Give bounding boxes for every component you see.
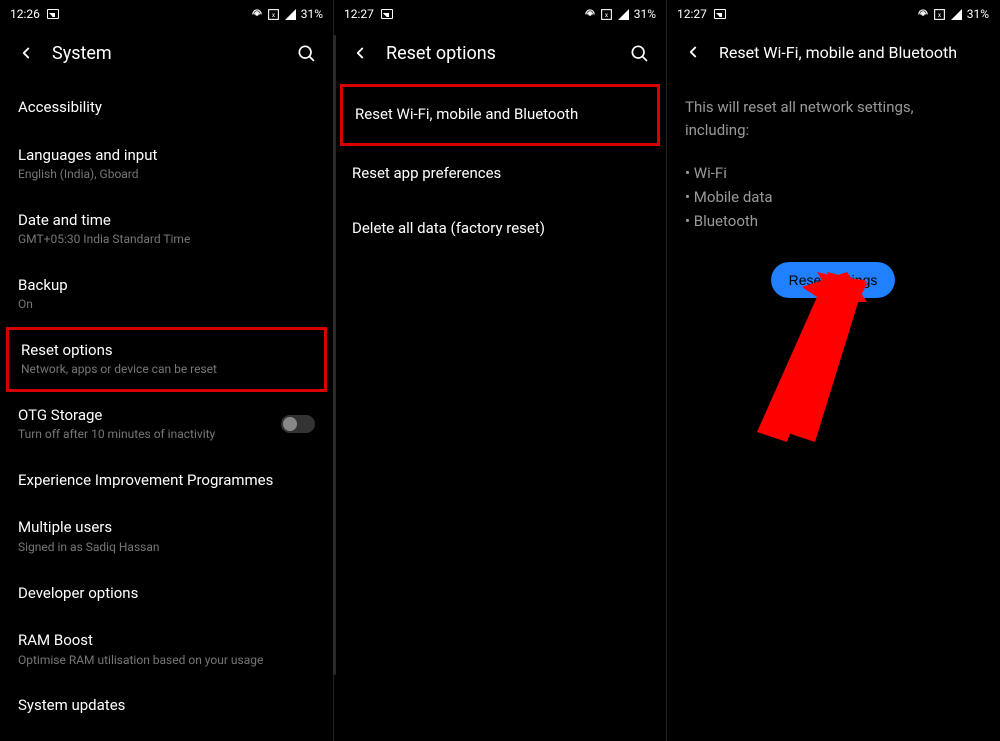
page-title: Reset options [386, 43, 612, 64]
picture-icon [713, 7, 727, 21]
otg-toggle[interactable] [281, 415, 315, 433]
item-sub: GMT+05:30 India Standard Time [18, 232, 315, 248]
data-icon: x [600, 7, 614, 21]
item-title: Backup [18, 276, 315, 296]
status-time: 12:26 [10, 7, 40, 21]
bullet-wifi: • Wi-Fi [685, 161, 981, 185]
signal-icon [950, 7, 964, 21]
back-icon[interactable] [683, 42, 703, 62]
item-developer-options[interactable]: Developer options [0, 570, 333, 618]
header: System [0, 28, 333, 84]
battery-percent: 31% [634, 7, 656, 21]
bullet-list: • Wi-Fi • Mobile data • Bluetooth [667, 155, 999, 233]
item-languages[interactable]: Languages and input English (India), Gbo… [0, 132, 333, 197]
header: Reset options [334, 28, 666, 84]
item-title: Date and time [18, 211, 315, 231]
item-title: Experience Improvement Programmes [18, 471, 315, 491]
status-bar: 12:27 x 31% [334, 0, 666, 28]
item-title: Reset app preferences [352, 164, 648, 184]
battery-percent: 31% [967, 7, 989, 21]
item-multiple-users[interactable]: Multiple users Signed in as Sadiq Hassan [0, 504, 333, 569]
battery-percent: 31% [301, 7, 323, 21]
signal-icon [284, 7, 298, 21]
item-title: Multiple users [18, 518, 315, 538]
panel-reset-options: 12:27 x 31% Reset options Reset Wi-Fi, m… [333, 0, 666, 741]
item-reset-wifi-mobile-bluetooth[interactable]: Reset Wi-Fi, mobile and Bluetooth [340, 84, 660, 146]
item-title: Reset Wi-Fi, mobile and Bluetooth [355, 105, 645, 125]
settings-list: Accessibility Languages and input Englis… [0, 84, 333, 741]
hotspot-icon [250, 7, 264, 21]
item-factory-reset[interactable]: Delete all data (factory reset) [334, 201, 666, 257]
item-title: RAM Boost [18, 631, 315, 651]
bullet-bluetooth: • Bluetooth [685, 209, 981, 233]
page-title: Reset Wi-Fi, mobile and Bluetooth [719, 43, 983, 62]
item-title: OTG Storage [18, 406, 281, 426]
bullet-mobile-data: • Mobile data [685, 185, 981, 209]
panel-system: 12:26 x 31% System Accessibility Languag… [0, 0, 333, 741]
item-sub: Signed in as Sadiq Hassan [18, 540, 315, 556]
svg-text:x: x [272, 11, 276, 19]
item-reset-app-preferences[interactable]: Reset app preferences [334, 146, 666, 202]
search-icon[interactable] [628, 42, 650, 64]
reset-settings-button[interactable]: Reset settings [771, 262, 896, 298]
svg-text:x: x [938, 11, 942, 19]
item-sub: Optimise RAM utilisation based on your u… [18, 653, 315, 669]
signal-icon [617, 7, 631, 21]
data-icon: x [267, 7, 281, 21]
item-ram-boost[interactable]: RAM Boost Optimise RAM utilisation based… [0, 617, 333, 682]
item-title: Reset options [21, 341, 312, 361]
item-title: System updates [18, 696, 315, 716]
header: Reset Wi-Fi, mobile and Bluetooth [667, 28, 999, 82]
item-title: Developer options [18, 584, 315, 604]
item-sub: English (India), Gboard [18, 167, 315, 183]
item-system-updates[interactable]: System updates [0, 682, 333, 730]
page-title: System [52, 43, 279, 64]
item-title: Languages and input [18, 146, 315, 166]
item-sub: Turn off after 10 minutes of inactivity [18, 427, 281, 443]
item-sub: Network, apps or device can be reset [21, 362, 312, 378]
hotspot-icon [583, 7, 597, 21]
panel-reset-network: 12:27 x 31% Reset Wi-Fi, mobile and Blue… [666, 0, 999, 741]
reset-network-content: This will reset all network settings, in… [667, 82, 999, 741]
status-bar: 12:27 x 31% [667, 0, 999, 28]
data-icon: x [933, 7, 947, 21]
item-reset-options[interactable]: Reset options Network, apps or device ca… [6, 327, 327, 392]
item-sub: On [18, 297, 315, 313]
item-experience-improvement[interactable]: Experience Improvement Programmes [0, 457, 333, 505]
description: This will reset all network settings, in… [667, 82, 999, 155]
picture-icon [380, 7, 394, 21]
item-otg-storage[interactable]: OTG Storage Turn off after 10 minutes of… [0, 392, 333, 457]
picture-icon [46, 7, 60, 21]
status-time: 12:27 [344, 7, 374, 21]
back-icon[interactable] [16, 43, 36, 63]
back-icon[interactable] [350, 43, 370, 63]
divider-icon [333, 35, 336, 675]
item-datetime[interactable]: Date and time GMT+05:30 India Standard T… [0, 197, 333, 262]
item-accessibility[interactable]: Accessibility [0, 84, 333, 132]
item-title: Accessibility [18, 98, 315, 118]
hotspot-icon [916, 7, 930, 21]
reset-list: Reset Wi-Fi, mobile and Bluetooth Reset … [334, 84, 666, 741]
search-icon[interactable] [295, 42, 317, 64]
svg-text:x: x [605, 11, 609, 19]
item-backup[interactable]: Backup On [0, 262, 333, 327]
status-bar: 12:26 x 31% [0, 0, 333, 28]
item-title: Delete all data (factory reset) [352, 219, 648, 239]
status-time: 12:27 [677, 7, 707, 21]
